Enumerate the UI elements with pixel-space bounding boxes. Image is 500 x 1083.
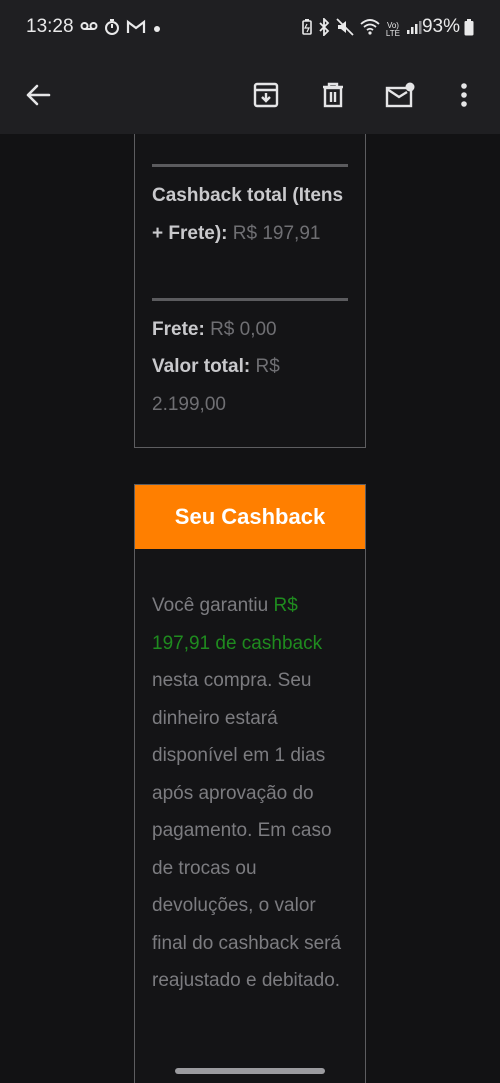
dot-icon	[152, 21, 162, 39]
delete-icon	[323, 82, 343, 108]
cashback-total-line: Cashback total (Itens + Frete): R$ 197,9…	[152, 177, 352, 252]
more-options-button[interactable]	[440, 71, 488, 119]
mute-icon	[336, 18, 354, 41]
more-icon	[461, 83, 467, 107]
order-summary-card: Cashback total (Itens + Frete): R$ 197,9…	[134, 134, 366, 448]
shipping-label: Frete:	[152, 319, 205, 340]
back-arrow-icon	[26, 84, 51, 106]
email-toolbar	[0, 56, 500, 134]
signal-icon	[406, 19, 422, 40]
cashback-total-value: R$ 197,91	[232, 222, 321, 244]
navigation-handle[interactable]	[175, 1068, 325, 1074]
shipping-value: R$ 0,00	[210, 319, 277, 340]
email-body[interactable]: Cashback total (Itens + Frete): R$ 197,9…	[0, 134, 500, 1083]
cashback-header: Seu Cashback	[135, 485, 365, 549]
gmail-icon	[126, 19, 146, 40]
total-line: Valor total: R$ 2.199,00	[152, 348, 352, 423]
wifi-icon	[360, 19, 380, 40]
back-button[interactable]	[14, 71, 62, 119]
cashback-card: Seu Cashback Você garantiu R$ 197,91 de …	[134, 484, 366, 1083]
status-bar: 13:28 Vo) LTE 93%	[0, 0, 500, 56]
cashback-intro: Você garantiu	[152, 595, 274, 616]
timer-icon	[104, 18, 120, 41]
mark-unread-button[interactable]	[376, 71, 424, 119]
delete-button[interactable]	[309, 71, 357, 119]
archive-button[interactable]	[242, 71, 290, 119]
mark-unread-icon	[385, 82, 415, 108]
battery-icon	[464, 19, 474, 41]
volte-icon: Vo) LTE	[385, 20, 400, 38]
divider	[152, 164, 348, 167]
divider	[152, 298, 348, 301]
total-label: Valor total:	[152, 356, 251, 377]
status-time: 13:28	[26, 16, 74, 37]
battery-saver-icon	[302, 19, 312, 40]
cashback-message: Você garantiu R$ 197,91 de cashback nest…	[152, 587, 352, 1000]
battery-percent: 93%	[421, 16, 460, 37]
voicemail-icon	[80, 20, 98, 39]
bluetooth-icon	[318, 16, 330, 41]
cashback-details: nesta compra. Seu dinheiro estará dispon…	[152, 670, 342, 991]
shipping-line: Frete: R$ 0,00	[152, 311, 352, 349]
archive-icon	[253, 82, 279, 108]
